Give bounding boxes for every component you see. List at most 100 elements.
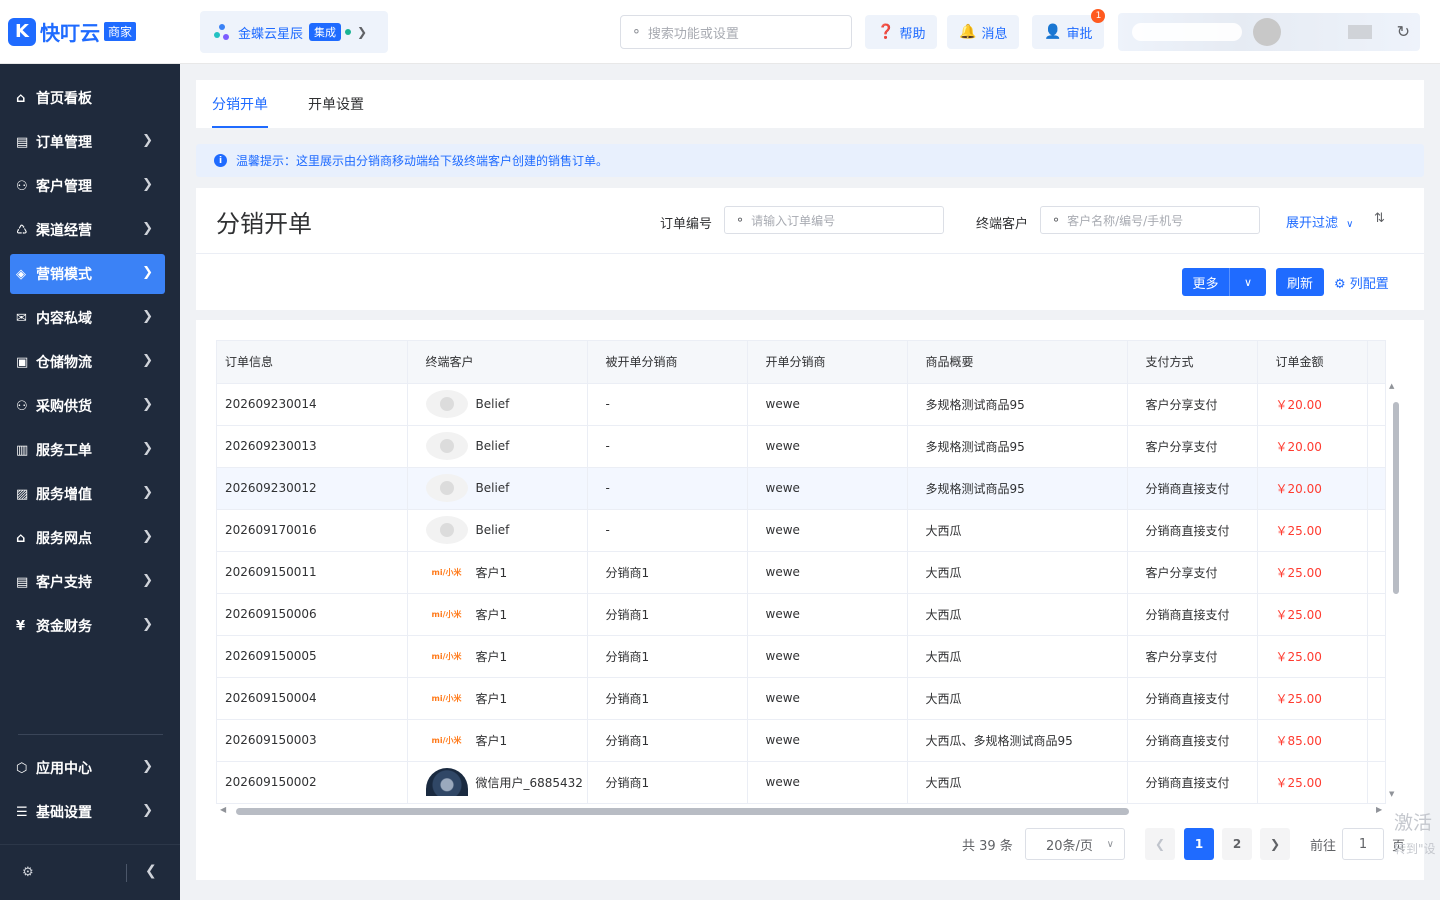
chevron-down-icon[interactable]: ∨ (1229, 268, 1266, 296)
table-row[interactable]: 202609230014 Belief - wewe 多规格测试商品95 客户分享支付 ￥2… (217, 383, 1385, 426)
sidebar-item-customers[interactable]: ⚇ 客户管理 ❯ (10, 166, 165, 206)
table-row[interactable]: 202609150006 mi/小米 客户1 分销商1 wewe 大西瓜 分销商直接支付 ￥2… (217, 593, 1385, 636)
customer-name: Belief (475, 523, 510, 537)
sidebar-item-orders[interactable]: ▤ 订单管理 ❯ (10, 122, 165, 162)
order-number-label: 订单编号 (660, 217, 713, 232)
sidebar-item-value-added[interactable]: ▨ 服务增值 ❯ (10, 474, 165, 514)
user-profile[interactable]: ↻ (1118, 13, 1420, 51)
order-number[interactable]: 202609150006 (217, 593, 408, 636)
scroll-up-arrow-icon[interactable]: ▲ (1389, 382, 1394, 390)
sidebar-item-marketing[interactable]: ◈ 营销模式 ❯ (10, 254, 165, 294)
order-number[interactable]: 202609150011 (217, 551, 408, 594)
sort-icon[interactable]: ⇅ (1374, 211, 1385, 226)
target-distributor: 分销商1 (587, 719, 748, 762)
table-row[interactable]: 202609230013 Belief - wewe 多规格测试商品95 客户分享支付 ￥2… (217, 425, 1385, 468)
collapse-sidebar-icon[interactable]: ❮ (145, 863, 157, 879)
sidebar-item-purchase[interactable]: ⚇ 采购供货 ❯ (10, 386, 165, 426)
order-number[interactable]: 202609230014 (217, 383, 408, 426)
order-number-input[interactable]: ⚬ 请输入订单编号 (724, 206, 944, 234)
target-distributor: 分销商1 (587, 677, 748, 720)
tab-distribution-order[interactable]: 分销开单 (212, 94, 268, 128)
vertical-scrollbar[interactable] (1393, 402, 1399, 594)
payment-cell (1367, 383, 1385, 426)
column-config-button[interactable]: ⚙ 列配置 (1334, 273, 1389, 292)
payment-method: 分销商直接支付 (1127, 719, 1258, 762)
page-button[interactable]: 1 (1184, 828, 1214, 860)
orders-table-panel: 订单信息 终端客户 被开单分销商 开单分销商 商品概要 支付方式 订单金额 支付… (196, 320, 1424, 880)
order-number[interactable]: 202609150005 (217, 635, 408, 678)
goods-summary: 大西瓜 (907, 635, 1128, 678)
sidebar-item-content[interactable]: ✉ 内容私域 ❯ (10, 298, 165, 338)
sidebar-item-app-center[interactable]: ⬡ 应用中心 ❯ (10, 748, 165, 788)
sidebar-item-tickets[interactable]: ▥ 服务工单 ❯ (10, 430, 165, 470)
kingdee-name: 金蝶云星辰 (238, 26, 304, 42)
ticket-icon: ▥ (16, 442, 29, 458)
order-number[interactable]: 202609230012 (217, 467, 408, 510)
approval-button[interactable]: 👤 审批 1 (1032, 9, 1106, 49)
goto-page-input[interactable]: 1 (1342, 828, 1384, 860)
sidebar-item-home[interactable]: ⌂ 首页看板 (10, 78, 165, 118)
sidebar-item-label: 首页看板 (36, 91, 92, 107)
column-header: 终端客户 (407, 341, 588, 384)
chevron-right-icon: ❯ (142, 803, 153, 818)
app-logo[interactable]: K 快叮云 商家 (8, 17, 137, 46)
customer-input[interactable]: ⚬ 客户名称/编号/手机号 (1040, 206, 1260, 234)
help-button[interactable]: ❓ 帮助 (865, 15, 938, 49)
sidebar-item-support[interactable]: ▤ 客户支持 ❯ (10, 562, 165, 602)
sidebar-item-finance[interactable]: ¥ 资金财务 ❯ (10, 606, 165, 646)
sidebar-item-warehouse[interactable]: ▣ 仓储物流 ❯ (10, 342, 165, 382)
creator-distributor: wewe (747, 719, 908, 762)
customer-cell: mi/小米 客户1 (407, 593, 588, 636)
refresh-icon[interactable]: ↻ (1397, 22, 1410, 41)
table-row[interactable]: 202609150005 mi/小米 客户1 分销商1 wewe 大西瓜 客户分享支付 ￥25… (217, 635, 1385, 678)
order-number[interactable]: 202609230013 (217, 425, 408, 468)
kingdee-integration[interactable]: 金蝶云星辰 集成 ❯ (200, 11, 388, 53)
messages-button[interactable]: 🔔 消息 (947, 15, 1020, 49)
scroll-left-arrow-icon[interactable]: ◀ (220, 805, 226, 814)
goods-summary: 大西瓜 (907, 551, 1128, 594)
order-number[interactable]: 202609170016 (217, 509, 408, 552)
payment-cell (1367, 509, 1385, 552)
tab-order-settings[interactable]: 开单设置 (308, 94, 364, 128)
sidebar-item-channels[interactable]: ♺ 渠道经营 ❯ (10, 210, 165, 250)
sidebar-item-label: 资金财务 (36, 619, 92, 635)
scroll-down-arrow-icon[interactable]: ▼ (1389, 790, 1394, 798)
order-number[interactable]: 202609150003 (217, 719, 408, 762)
payment-method: 客户分享支付 (1127, 551, 1258, 594)
table-row[interactable]: 202609150003 mi/小米 客户1 分销商1 wewe 大西瓜、多规格测试商品9… (217, 719, 1385, 762)
table-row[interactable]: 202609170016 Belief - wewe 大西瓜 分销商直接支付 ￥25.00 (217, 509, 1385, 552)
refresh-button[interactable]: 刷新 (1276, 268, 1324, 296)
sidebar-item-basic-settings[interactable]: ☰ 基础设置 ❯ (10, 792, 165, 832)
avatar: mi/小米 (431, 609, 462, 619)
order-amount: ￥25.00 (1257, 509, 1368, 552)
customer-cell: Belief (407, 425, 588, 468)
creator-distributor: wewe (747, 635, 908, 678)
sidebar-item-label: 订单管理 (36, 135, 92, 151)
gear-icon[interactable]: ⚙ (22, 865, 34, 880)
scroll-right-arrow-icon[interactable]: ▶ (1376, 805, 1382, 814)
order-number[interactable]: 202609150004 (217, 677, 408, 720)
page-button[interactable]: 2 (1222, 828, 1252, 860)
sidebar-item-label: 渠道经营 (36, 223, 92, 239)
table-row[interactable]: 202609230012 Belief - wewe 多规格测试商品95 分销商直接支付 ￥… (217, 467, 1385, 510)
chevron-right-icon: ❯ (142, 133, 153, 148)
order-number[interactable]: 202609150002 (217, 761, 408, 803)
table-row[interactable]: 202609150004 mi/小米 客户1 分销商1 wewe 大西瓜 分销商直接支付 ￥2… (217, 677, 1385, 720)
global-search-input[interactable]: ⚬ 搜索功能或设置 (620, 15, 852, 49)
sidebar-item-service-points[interactable]: ⌂ 服务网点 ❯ (10, 518, 165, 558)
cube-icon: ⬡ (16, 760, 28, 776)
next-page-button[interactable]: ❯ (1260, 828, 1290, 860)
total-count: 共 39 条 (962, 838, 1013, 854)
customer-cell: Belief (407, 467, 588, 510)
expand-filter-button[interactable]: 展开过滤 ∨ (1286, 212, 1353, 231)
more-button[interactable]: 更多 ∨ (1182, 268, 1266, 296)
table-row[interactable]: 202609150011 mi/小米 客户1 分销商1 wewe 大西瓜 客户分享支付 ￥25… (217, 551, 1385, 594)
prev-page-button[interactable]: ❮ (1145, 828, 1175, 860)
payment-cell (1367, 761, 1385, 803)
customer-cell: Belief (407, 383, 588, 426)
table-row[interactable]: 202609150002 微信用户_6885432 分销商1 wewe 大西瓜 分销商直接… (217, 761, 1385, 803)
mail-icon: ✉ (16, 310, 27, 326)
horizontal-scrollbar[interactable] (236, 808, 1129, 815)
goods-summary: 多规格测试商品95 (907, 467, 1128, 510)
page-size-select[interactable]: 20条/页 ∨ (1025, 828, 1125, 860)
